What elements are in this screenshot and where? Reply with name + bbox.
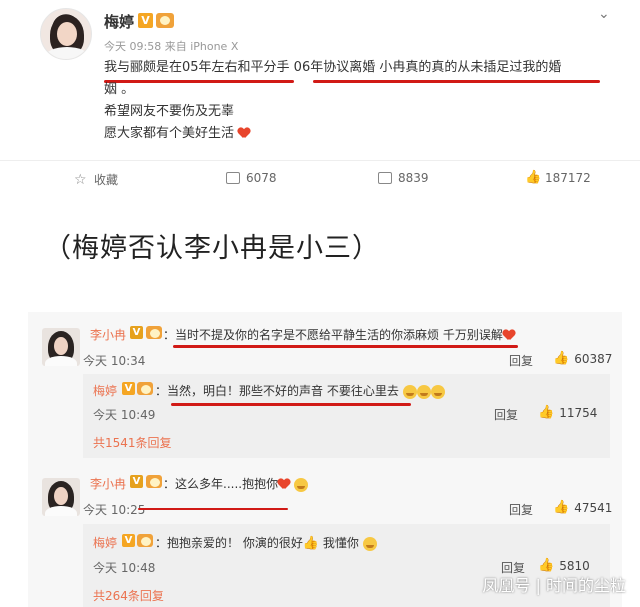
- reply-author[interactable]: 梅婷: [93, 382, 117, 399]
- reply-time: 今天 10:49: [93, 408, 156, 422]
- verified-icon: V: [122, 534, 135, 547]
- heart-icon: [503, 330, 515, 341]
- reply-text-body: ：当然，明白！那些不好的声音 不要往心里去: [155, 384, 399, 398]
- reply-time: 今天 10:48: [93, 561, 156, 575]
- annotation-underline: [173, 345, 518, 348]
- member-level-icon: [146, 475, 162, 488]
- watermark: 凤凰号 | 时间的尘粒: [482, 576, 626, 595]
- member-level-icon: [146, 326, 162, 339]
- member-level-icon: [156, 13, 174, 28]
- reply-text-body: ：抱抱亲爱的！ 你演的很好: [155, 536, 303, 550]
- annotation-underline: [171, 403, 411, 406]
- post-text-line-2: 姻 。: [104, 82, 135, 97]
- caption: （梅婷否认李小冉是小三）: [44, 233, 380, 264]
- post-text-line-3: 希望网友不要伤及无辜: [104, 104, 235, 119]
- comment-text-body: ：这么多年.....抱抱你: [163, 477, 279, 491]
- author-avatar[interactable]: [40, 8, 92, 60]
- reply-button[interactable]: 回复: [509, 352, 533, 369]
- chevron-down-icon[interactable]: ⌄: [598, 6, 610, 22]
- more-replies-link[interactable]: 共264条回复: [93, 587, 164, 604]
- emoji-icon: [362, 536, 377, 551]
- comment-author[interactable]: 李小冉: [90, 326, 126, 343]
- emoji-icon: [416, 384, 431, 399]
- comment-text-body: ：当时不提及你的名字是不愿给平静生活的你添麻烦 千万别误解: [163, 328, 503, 342]
- reply-like-button[interactable]: 👍 5810: [538, 558, 590, 574]
- thumb-up-icon: 👍: [525, 170, 542, 185]
- comment-text: ：这么多年.....抱抱你: [163, 475, 308, 492]
- emoji-icon: [402, 384, 417, 399]
- forward-count: 6078: [246, 171, 277, 185]
- comment-text: ：当时不提及你的名字是不愿给平静生活的你添麻烦 千万别误解: [163, 326, 515, 343]
- heart-icon: [238, 128, 250, 139]
- reply-like-count: 11754: [559, 406, 598, 420]
- reply-author[interactable]: 梅婷: [93, 534, 117, 551]
- comment-count: 8839: [398, 171, 429, 185]
- member-level-icon: [137, 534, 153, 547]
- post-action-bar: ☆ 收藏 6078 8839 👍 187172: [0, 160, 640, 196]
- verified-icon: V: [122, 382, 135, 395]
- weibo-post: 梅婷 V 今天 09:58 来自 iPhone X ⌄ 我与郦颇是在05年左右和…: [0, 0, 640, 200]
- reply-text-tail: 我懂你: [319, 536, 359, 550]
- comments-section: 李小冉 V ：当时不提及你的名字是不愿给平静生活的你添麻烦 千万别误解 今天 1…: [28, 312, 622, 607]
- verified-icon: V: [138, 13, 153, 28]
- commenter-avatar[interactable]: [42, 478, 80, 516]
- emoji-icon: [293, 477, 308, 492]
- author-name[interactable]: 梅婷: [104, 11, 134, 32]
- emoji-icon: [430, 384, 445, 399]
- verified-icon: V: [130, 475, 143, 488]
- post-meta: 今天 09:58 来自 iPhone X: [104, 40, 239, 53]
- favorite-label: 收藏: [94, 173, 119, 187]
- post-text-line-1: 我与郦颇是在05年左右和平分手 06年协议离婚 小冉真的真的从未插足过我的婚: [104, 60, 562, 75]
- reply-button[interactable]: 回复: [494, 406, 518, 423]
- member-level-icon: [137, 382, 153, 395]
- comment-like-count: 60387: [574, 352, 613, 366]
- like-count: 187172: [545, 171, 591, 185]
- comment-like-button[interactable]: 👍 60387: [553, 351, 613, 367]
- post-text-line-4: 愿大家都有个美好生活: [104, 123, 250, 145]
- verified-icon: V: [130, 326, 143, 339]
- comment-like-count: 47541: [574, 501, 613, 515]
- thumb-up-icon: 👍: [302, 536, 320, 551]
- thumb-up-icon: 👍: [553, 500, 570, 515]
- forward-icon: [226, 172, 240, 184]
- comment-button[interactable]: 8839: [378, 171, 429, 185]
- reply-text: ：抱抱亲爱的！ 你演的很好👍 我懂你: [155, 534, 377, 551]
- favorite-button[interactable]: ☆ 收藏: [74, 171, 118, 188]
- comment-time: 今天 10:25: [83, 503, 146, 517]
- comment-like-button[interactable]: 👍 47541: [553, 500, 613, 516]
- star-icon: ☆: [74, 171, 87, 188]
- post-text-line-4-text: 愿大家都有个美好生活: [104, 126, 235, 141]
- thumb-up-icon: 👍: [553, 351, 570, 366]
- reply-like-count: 5810: [559, 559, 590, 573]
- heart-icon: [278, 479, 290, 490]
- commenter-avatar[interactable]: [42, 328, 80, 366]
- comment-icon: [378, 172, 392, 184]
- comment-author[interactable]: 李小冉: [90, 475, 126, 492]
- reply-button[interactable]: 回复: [509, 501, 533, 518]
- more-replies-link[interactable]: 共1541条回复: [93, 434, 172, 451]
- forward-button[interactable]: 6078: [226, 171, 277, 185]
- thumb-up-icon: 👍: [538, 405, 555, 420]
- nested-reply: 梅婷 V ：当然，明白！那些不好的声音 不要往心里去 今天 10:49 回复 👍…: [83, 374, 610, 458]
- like-button[interactable]: 👍 187172: [525, 170, 591, 186]
- thumb-up-icon: 👍: [538, 558, 555, 573]
- annotation-underline: [313, 80, 600, 83]
- comment-time: 今天 10:34: [83, 354, 146, 368]
- reply-text: ：当然，明白！那些不好的声音 不要往心里去: [155, 382, 445, 399]
- reply-like-button[interactable]: 👍 11754: [538, 405, 598, 421]
- annotation-underline: [138, 508, 288, 510]
